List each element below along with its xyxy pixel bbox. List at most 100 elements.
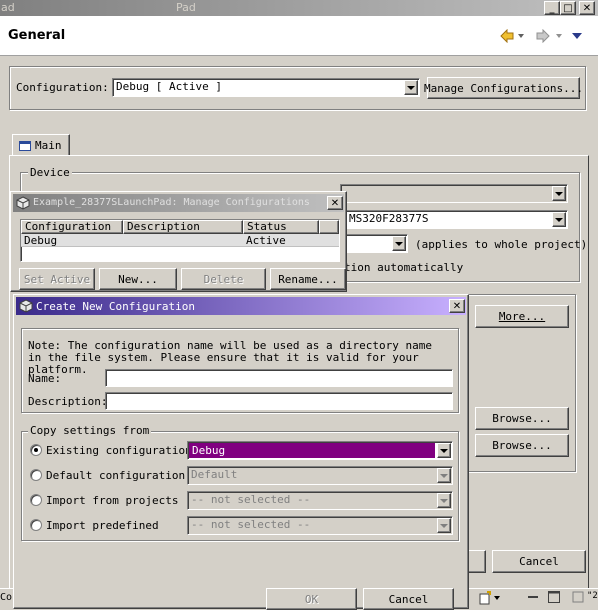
configuration-select[interactable]: Debug [ Active ] (112, 78, 420, 97)
window-title-fragment-right: Pad (176, 1, 196, 14)
applies-text: (applies to whole project) (415, 238, 588, 251)
existing-configuration-label[interactable]: Existing configuration (46, 444, 192, 457)
main-cancel-button[interactable]: Cancel (492, 550, 586, 573)
close-icon: ✕ (582, 2, 592, 14)
forward-dropdown-icon[interactable] (556, 33, 562, 39)
description-field[interactable] (105, 392, 453, 410)
import-from-projects-radio[interactable] (30, 494, 42, 506)
manage-dialog-titlebar: Example_28377SLaunchPad: Manage Configur… (13, 194, 344, 212)
back-arrow-icon[interactable] (500, 29, 514, 43)
new-configuration-label: New... (118, 272, 158, 286)
chevron-down-icon[interactable] (392, 236, 406, 251)
delete-button[interactable]: Delete (181, 268, 266, 290)
table-row[interactable]: Debug Active (21, 234, 339, 247)
default-configuration-radio[interactable] (30, 469, 42, 481)
import-from-projects-label[interactable]: Import from projects (46, 494, 178, 507)
chevron-down-icon (552, 186, 566, 201)
import-predefined-value: -- not selected -- (191, 518, 311, 531)
rename-label: Rename... (278, 272, 338, 286)
configuration-label: Configuration: (16, 81, 109, 94)
configurations-table: Configuration Description Status Debug A… (20, 219, 340, 262)
tab-main[interactable]: Main (12, 134, 70, 156)
window-titlebar: ad Pad _ □ ✕ (0, 0, 598, 16)
delete-label: Delete (203, 272, 244, 286)
forward-arrow-icon[interactable] (536, 29, 550, 43)
import-predefined-radio[interactable] (30, 519, 42, 531)
chevron-down-icon (437, 518, 451, 533)
column-description-label: Description (127, 220, 200, 233)
more-button[interactable]: More... (475, 305, 569, 328)
minimize-view-icon[interactable] (528, 594, 538, 600)
tab-main-label: Main (35, 139, 62, 152)
chevron-down-icon[interactable] (437, 443, 451, 458)
column-configuration-label: Configuration (25, 220, 112, 233)
cancel-button[interactable]: Cancel (363, 588, 454, 610)
row-configuration: Debug (24, 234, 58, 247)
dropdown-small-icon[interactable] (494, 596, 500, 601)
device-group-title: Device (28, 166, 72, 179)
cancel-label: Cancel (388, 592, 429, 606)
close-button[interactable]: ✕ (579, 1, 595, 15)
maximize-icon: □ (563, 2, 573, 14)
new-configuration-button[interactable]: New... (99, 268, 177, 290)
existing-configuration-value: Debug (189, 443, 435, 458)
existing-configuration-select[interactable]: Debug (187, 441, 453, 460)
cube-icon (16, 196, 30, 210)
back-dropdown-icon[interactable] (518, 33, 524, 39)
browse-button-1[interactable]: Browse... (475, 407, 569, 430)
copy-settings-title: Copy settings from (28, 424, 152, 437)
close-icon: ✕ (330, 197, 340, 209)
device-variant-value: MS320F28377S (349, 212, 429, 225)
manage-configurations-label: Manage Configurations... (424, 81, 583, 95)
manage-dialog-title: Example_28377SLaunchPad: Manage Configur… (33, 197, 310, 208)
name-label: Name: (28, 372, 62, 385)
connection-select[interactable] (340, 234, 408, 253)
create-dialog-close-button[interactable]: ✕ (449, 299, 465, 313)
chevron-down-icon (437, 493, 451, 508)
maximize-view-icon[interactable] (548, 591, 560, 603)
manage-configurations-button[interactable]: Manage Configurations... (424, 77, 583, 99)
import-from-projects-select: -- not selected -- (187, 491, 453, 510)
auto-detect-text: tion automatically (344, 261, 464, 274)
rename-button[interactable]: Rename... (270, 268, 346, 290)
ok-button[interactable]: OK (266, 588, 357, 610)
chevron-down-icon[interactable] (552, 212, 566, 227)
row-status: Active (246, 234, 286, 247)
configuration-select-value: Debug [ Active ] (116, 80, 222, 93)
manage-configurations-dialog: Example_28377SLaunchPad: Manage Configur… (10, 191, 347, 292)
chevron-down-icon (437, 468, 451, 483)
create-dialog-title: Create New Configuration (36, 300, 195, 313)
description-label: Description: (28, 395, 108, 408)
column-status-label: Status (247, 220, 287, 233)
table-header-configuration: Configuration (21, 220, 123, 234)
minimize-button[interactable]: _ (544, 1, 560, 15)
browse-button-1-label: Browse... (492, 412, 552, 425)
chevron-down-icon[interactable] (404, 80, 418, 95)
create-dialog-titlebar: Create New Configuration ✕ (16, 297, 466, 315)
browse-button-2[interactable]: Browse... (475, 434, 569, 457)
new-wizard-icon[interactable] (478, 591, 492, 605)
set-active-label: Set Active (23, 272, 91, 286)
finish-button[interactable] (466, 550, 486, 573)
close-icon: ✕ (452, 300, 462, 312)
browse-button-2-label: Browse... (492, 439, 552, 452)
manage-dialog-close-button[interactable]: ✕ (327, 196, 343, 210)
maximize-button[interactable]: □ (560, 1, 576, 15)
cube-icon (19, 299, 33, 313)
window-title-fragment: ad (1, 1, 15, 14)
taskbar-fragment-right: "2 (587, 591, 598, 601)
page-header: General (0, 16, 598, 56)
default-configuration-select: Default (187, 466, 453, 485)
existing-configuration-radio[interactable] (30, 444, 42, 456)
import-predefined-label[interactable]: Import predefined (46, 519, 159, 532)
page-title: General (8, 28, 66, 43)
view-menu-icon[interactable] (572, 32, 582, 40)
table-header-filler (319, 220, 339, 234)
view-menu-small-icon[interactable] (572, 591, 584, 603)
device-variant-select[interactable]: MS320F28377S (340, 210, 568, 229)
default-configuration-label[interactable]: Default configuration (46, 469, 185, 482)
taskbar-fragment-left: Co (0, 592, 13, 603)
set-active-button[interactable]: Set Active (19, 268, 95, 290)
name-field[interactable] (105, 369, 453, 387)
table-header-description: Description (123, 220, 243, 234)
